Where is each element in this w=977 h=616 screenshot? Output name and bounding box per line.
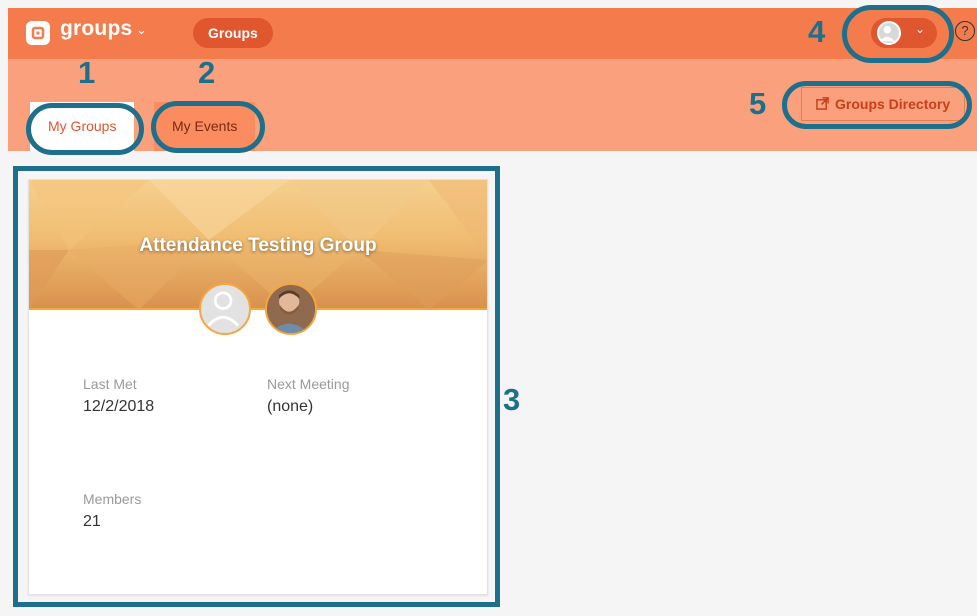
chevron-down-icon[interactable]: ⌄ (136, 22, 147, 38)
brand-name[interactable]: groups (60, 17, 132, 41)
groups-logo-icon[interactable] (26, 21, 50, 45)
annotation-number-1: 1 (78, 55, 96, 90)
annotation-highlight-directory (782, 81, 972, 129)
groups-nav-button[interactable]: Groups (193, 18, 273, 48)
annotation-number-3: 3 (503, 382, 521, 417)
annotation-number-5: 5 (749, 86, 767, 121)
top-nav-bar: groups ⌄ Groups ⌄ ? (8, 8, 977, 59)
help-icon[interactable]: ? (955, 21, 975, 41)
annotation-highlight-user-menu (842, 5, 954, 63)
annotation-highlight-my-events (151, 101, 265, 153)
annotation-number-4: 4 (808, 14, 826, 49)
annotation-number-2: 2 (198, 55, 216, 90)
annotation-highlight-my-groups (26, 103, 144, 155)
annotation-highlight-group-card (13, 166, 500, 607)
